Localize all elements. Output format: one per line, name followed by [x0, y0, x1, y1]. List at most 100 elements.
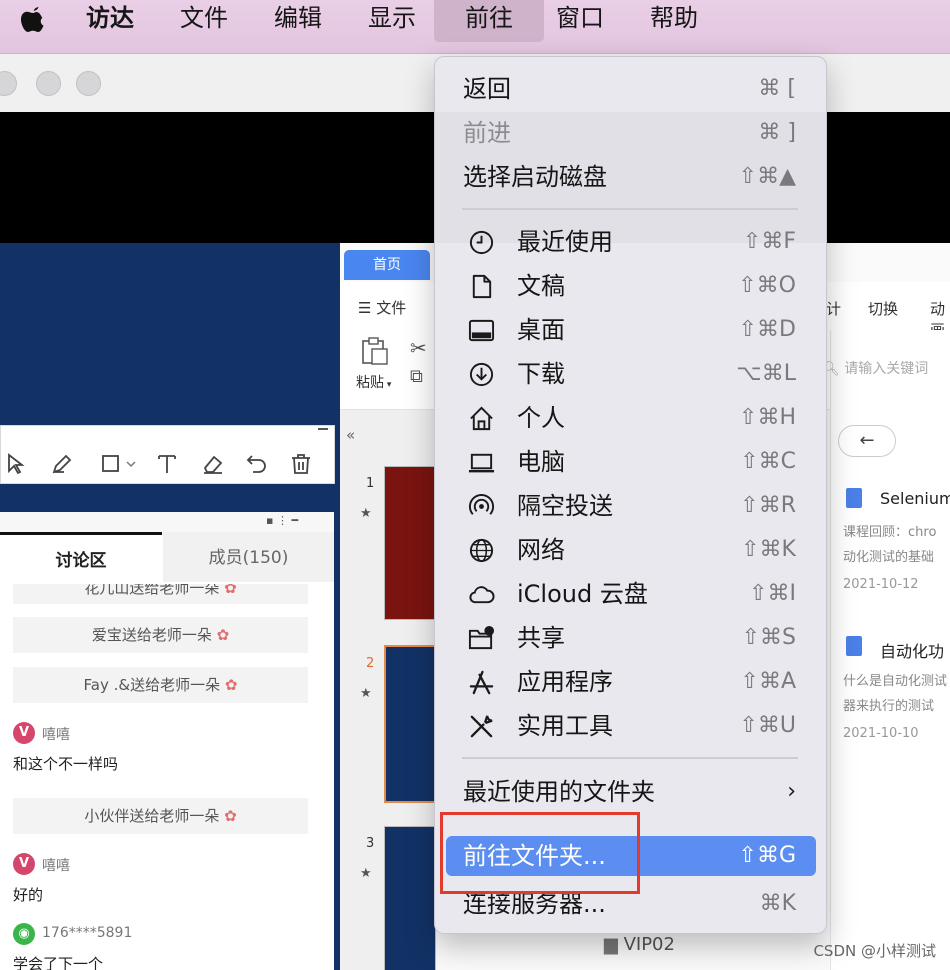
apple-logo-icon[interactable] [18, 4, 48, 36]
applications-icon [469, 670, 494, 695]
doc-snippet: 动化测试的基础 [843, 550, 935, 565]
clock-icon [469, 230, 494, 255]
shortcut-label: ⌥⌘L [736, 361, 796, 386]
shortcut-label: ⇧⌘▲ [738, 164, 796, 189]
menu-item-shared[interactable]: 共享 ⇧⌘S [446, 618, 816, 658]
menu-help[interactable]: 帮助 [650, 0, 698, 42]
star-icon: ★ [360, 686, 372, 701]
avatar: V [13, 853, 35, 875]
tab-home[interactable]: 首页 [344, 250, 430, 280]
doc-snippet: 器来执行的测试 [843, 699, 935, 714]
menu-item-back[interactable]: 返回 ⌘ [ [446, 69, 816, 109]
menu-view[interactable]: 显示 [368, 0, 416, 42]
menu-item-documents[interactable]: 文稿 ⇧⌘O [446, 266, 816, 306]
doc-date: 2021-10-10 [843, 726, 919, 741]
slide-number: 3 [366, 836, 375, 851]
menu-item-utilities[interactable]: 实用工具 ⇧⌘U [446, 706, 816, 746]
pointer-tool-icon[interactable] [4, 452, 28, 476]
shortcut-label: ⇧⌘D [738, 317, 796, 342]
shortcut-label: ⌘ ] [758, 120, 796, 145]
gift-message: 小伙伴送给老师一朵 ✿ [13, 798, 308, 834]
shortcut-label: ⇧⌘O [738, 273, 796, 298]
collapse-pane-icon[interactable]: « [346, 426, 355, 444]
slide-thumbnail[interactable] [384, 645, 436, 803]
menu-item-recent-folders[interactable]: 最近使用的文件夹 › [446, 772, 816, 812]
menu-item-downloads[interactable]: 下载 ⌥⌘L [446, 354, 816, 394]
window-zoom-button[interactable] [76, 71, 101, 96]
tab-discussion[interactable]: 讨论区 [0, 532, 162, 582]
slide-thumbnail[interactable] [384, 826, 436, 970]
menu-item-recents[interactable]: 最近使用 ⇧⌘F [446, 222, 816, 262]
text-tool-icon[interactable] [155, 452, 179, 476]
avatar: V [13, 722, 35, 744]
menu-item-applications[interactable]: 应用程序 ⇧⌘A [446, 662, 816, 702]
menu-item-label: 返回 [463, 75, 511, 103]
menu-item-label: 实用工具 [517, 712, 613, 740]
copy-icon[interactable]: ⧉ [410, 366, 423, 387]
tab-members[interactable]: 成员(150) [163, 532, 334, 582]
pen-tool-icon[interactable] [50, 452, 74, 476]
undo-icon[interactable] [245, 452, 269, 476]
menu-item-network[interactable]: 网络 ⇧⌘K [446, 530, 816, 570]
menu-item-label: 网络 [517, 536, 565, 564]
airdrop-icon [468, 494, 495, 515]
desktop-icon [468, 319, 495, 342]
ribbon-tab-design[interactable]: 计 [826, 298, 841, 319]
message-username: 176****5891 [42, 925, 133, 941]
message-username: 嘻嘻 [42, 858, 70, 874]
paste-button[interactable]: 粘贴 ▾ [356, 372, 391, 392]
menu-edit[interactable]: 编辑 [274, 0, 322, 42]
star-icon: ★ [360, 866, 372, 881]
menu-window[interactable]: 窗口 [556, 0, 604, 42]
shortcut-label: ⇧⌘C [740, 449, 796, 474]
menu-item-airdrop[interactable]: 隔空投送 ⇧⌘R [446, 486, 816, 526]
doc-snippet: 课程回顾：chro [843, 525, 937, 540]
menu-bar: 访达 文件 编辑 显示 前往 窗口 帮助 [0, 0, 950, 54]
slide-number: 1 [366, 476, 375, 491]
menu-item-label: 最近使用的文件夹 [463, 778, 655, 806]
flower-icon: ✿ [211, 626, 230, 644]
menu-item-desktop[interactable]: 桌面 ⇧⌘D [446, 310, 816, 350]
doc-title[interactable]: Selenium [880, 489, 950, 508]
shape-tool-icon[interactable] [100, 452, 140, 476]
menu-go[interactable]: 前往 [434, 0, 544, 42]
message-username: 嘻嘻 [42, 727, 70, 743]
menu-item-label: 文稿 [517, 272, 565, 300]
ribbon-tab-transition[interactable]: 切换 [868, 298, 898, 319]
flower-icon: ✿ [219, 584, 237, 597]
chevron-right-icon: › [787, 779, 796, 804]
message-text: 好的 [13, 886, 44, 904]
trash-icon[interactable] [289, 452, 313, 476]
gift-message: Fay .&送给老师一朵 ✿ [13, 667, 308, 703]
menu-item-startup-disk[interactable]: 选择启动磁盘 ⇧⌘▲ [446, 157, 816, 197]
window-minimize-button[interactable] [36, 71, 61, 96]
menu-item-computer[interactable]: 电脑 ⇧⌘C [446, 442, 816, 482]
menu-item-label: 选择启动磁盘 [463, 163, 607, 191]
menu-item-icloud-drive[interactable]: iCloud 云盘 ⇧⌘I [446, 574, 816, 614]
shared-folder-icon [468, 625, 495, 650]
highlight-annotation-box [440, 812, 640, 894]
wechat-avatar-icon: ◉ [13, 923, 35, 945]
doc-date: 2021-10-12 [843, 577, 919, 592]
cut-icon[interactable]: ✂ [410, 336, 427, 360]
menu-item-forward: 前进 ⌘ ] [446, 113, 816, 153]
file-menu-button[interactable]: ☰ 文件 [358, 297, 406, 318]
menu-file[interactable]: 文件 [180, 0, 228, 42]
eraser-tool-icon[interactable] [201, 452, 225, 476]
flower-icon: ✿ [219, 807, 237, 825]
search-field[interactable]: 🔍︎ 请输入关键词 [822, 358, 928, 378]
menu-item-home[interactable]: 个人 ⇧⌘H [446, 398, 816, 438]
laptop-icon [468, 453, 495, 473]
shortcut-label: ⇧⌘G [738, 843, 796, 868]
paste-icon[interactable] [360, 336, 390, 366]
slide-thumbnail[interactable] [384, 466, 436, 620]
message-text: 和这个不一样吗 [13, 755, 119, 773]
slide-number: 2 [366, 656, 375, 671]
doc-title[interactable]: 自动化功 [880, 638, 944, 662]
shortcut-label: ⌘ [ [758, 76, 796, 101]
menu-item-label: 桌面 [517, 316, 565, 344]
menu-item-label: iCloud 云盘 [517, 580, 648, 608]
menu-finder[interactable]: 访达 [86, 0, 134, 42]
shortcut-label: ⇧⌘U [739, 713, 796, 738]
back-arrow-button[interactable]: ← [838, 425, 896, 457]
